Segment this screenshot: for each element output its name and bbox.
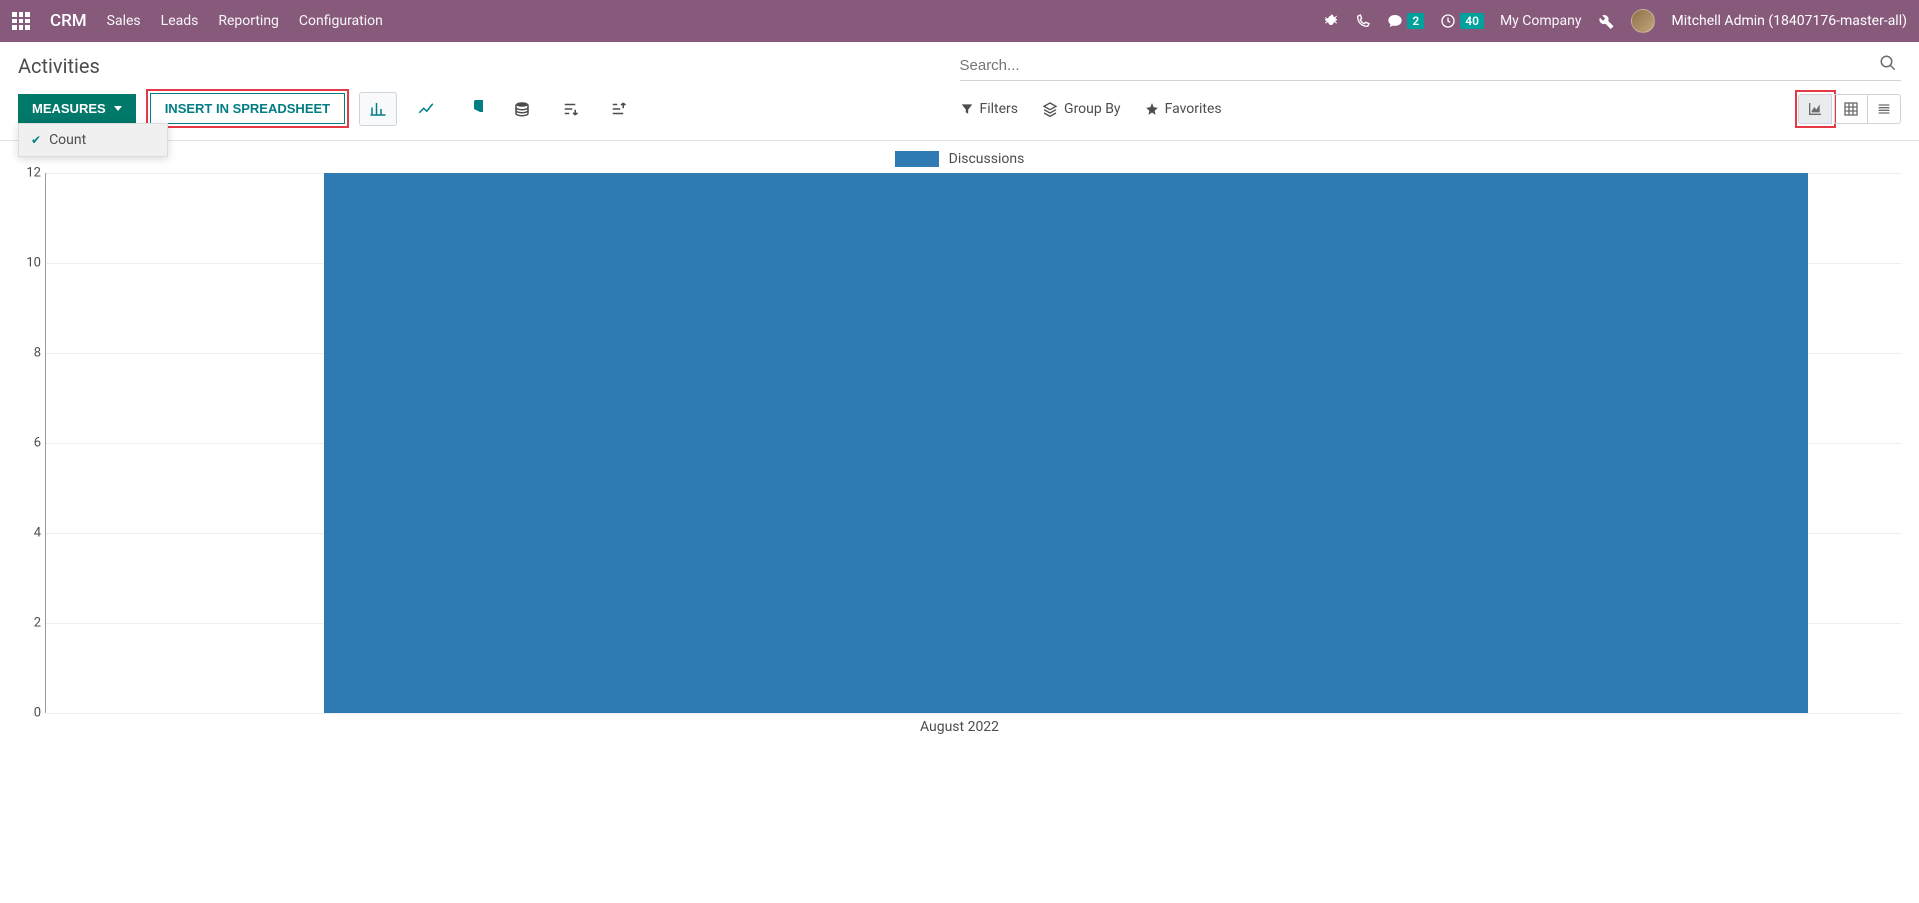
highlight-insert: INSERT IN SPREADSHEET xyxy=(146,89,349,128)
filters-button[interactable]: Filters xyxy=(960,101,1019,117)
apps-icon[interactable] xyxy=(12,12,30,30)
y-tick: 4 xyxy=(34,526,41,541)
measures-dropdown: MEASURES ✔ Count xyxy=(18,94,136,123)
nav-reporting[interactable]: Reporting xyxy=(218,13,279,29)
navbar-left: CRM Sales Leads Reporting Configuration xyxy=(12,11,383,31)
pivot-view-button[interactable] xyxy=(1834,94,1868,124)
bar-chart-icon[interactable] xyxy=(359,92,397,126)
nav-configuration[interactable]: Configuration xyxy=(299,13,383,29)
left-tools: MEASURES ✔ Count INSERT IN SPREADSHEET xyxy=(18,89,960,128)
y-tick: 8 xyxy=(34,346,41,361)
y-tick: 6 xyxy=(34,436,41,451)
legend-swatch xyxy=(895,151,939,167)
user-name[interactable]: Mitchell Admin (18407176-master-all) xyxy=(1671,13,1907,29)
highlight-graph-view xyxy=(1795,90,1836,128)
plot-wrap: 024681012 xyxy=(18,173,1901,713)
measures-button[interactable]: MEASURES xyxy=(18,94,136,123)
filters-label: Filters xyxy=(980,101,1019,117)
list-view-button[interactable] xyxy=(1867,94,1901,124)
measures-menu: ✔ Count xyxy=(18,123,168,157)
favorites-label: Favorites xyxy=(1165,101,1222,117)
avatar[interactable] xyxy=(1631,9,1655,33)
group-by-label: Group By xyxy=(1064,101,1121,117)
y-tick: 12 xyxy=(26,166,41,181)
y-tick: 10 xyxy=(26,256,41,271)
messages-icon[interactable]: 2 xyxy=(1387,13,1424,29)
y-tick: 2 xyxy=(34,616,41,631)
cp-row-2: MEASURES ✔ Count INSERT IN SPREADSHEET xyxy=(18,89,1901,140)
x-axis-label: August 2022 xyxy=(18,713,1901,735)
legend-label: Discussions xyxy=(949,151,1025,167)
nav-sales[interactable]: Sales xyxy=(107,13,141,29)
nav-leads[interactable]: Leads xyxy=(161,13,199,29)
activities-icon[interactable]: 40 xyxy=(1440,13,1484,29)
grid-line xyxy=(46,713,1901,714)
pie-chart-icon[interactable] xyxy=(455,92,493,126)
insert-spreadsheet-button[interactable]: INSERT IN SPREADSHEET xyxy=(150,93,345,124)
cp-row-1: Activities xyxy=(18,50,1901,81)
search-bar[interactable] xyxy=(960,50,1902,81)
top-navbar: CRM Sales Leads Reporting Configuration … xyxy=(0,0,1919,42)
plot-area xyxy=(46,173,1901,713)
graph-view-button[interactable] xyxy=(1798,94,1832,124)
chart-area: Discussions 0 2 4 6 8 10 12 August 2022 xyxy=(0,140,1919,743)
sort-desc-icon[interactable] xyxy=(551,92,589,126)
app-brand[interactable]: CRM xyxy=(50,11,87,31)
chart-legend: Discussions xyxy=(18,145,1901,173)
measures-item-label: Count xyxy=(49,132,86,148)
view-switcher xyxy=(1795,90,1901,128)
check-icon: ✔ xyxy=(31,133,41,147)
stacked-icon[interactable] xyxy=(503,92,541,126)
control-panel: Activities MEASURES ✔ Count xyxy=(0,42,1919,140)
tools-icon[interactable] xyxy=(1597,12,1615,30)
activities-badge: 40 xyxy=(1460,13,1484,29)
debug-icon[interactable] xyxy=(1323,13,1339,29)
favorites-button[interactable]: Favorites xyxy=(1145,101,1222,117)
phone-icon[interactable] xyxy=(1355,13,1371,29)
search-input[interactable] xyxy=(960,57,1876,74)
y-axis: 024681012 xyxy=(18,173,46,713)
page-title: Activities xyxy=(18,54,960,78)
messages-badge: 2 xyxy=(1407,13,1424,29)
bar xyxy=(324,173,1808,713)
line-chart-icon[interactable] xyxy=(407,92,445,126)
group-by-button[interactable]: Group By xyxy=(1042,101,1121,117)
navbar-right: 2 40 My Company Mitchell Admin (18407176… xyxy=(1323,9,1907,33)
company-selector[interactable]: My Company xyxy=(1500,13,1582,29)
sort-asc-icon[interactable] xyxy=(599,92,637,126)
measures-label: MEASURES xyxy=(32,101,106,116)
caret-down-icon xyxy=(114,106,122,111)
search-icon[interactable] xyxy=(1875,54,1901,76)
measures-item-count[interactable]: ✔ Count xyxy=(19,124,167,156)
y-tick: 0 xyxy=(34,706,41,721)
right-tools: Filters Group By Favorites xyxy=(960,90,1902,128)
